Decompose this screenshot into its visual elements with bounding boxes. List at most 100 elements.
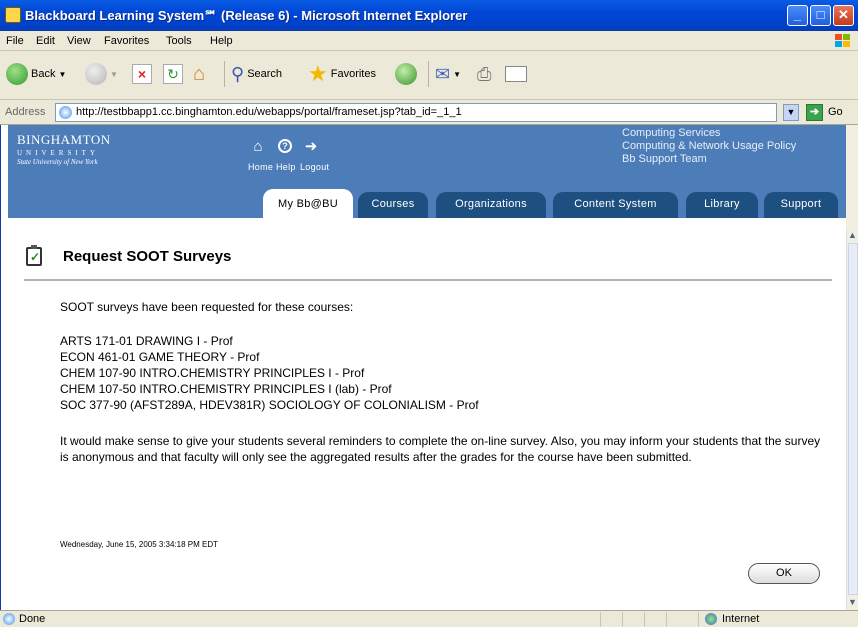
usage-policy-link[interactable]: Computing & Network Usage Policy: [622, 140, 796, 152]
forward-arrow-icon: [85, 63, 107, 85]
logout-icon[interactable]: ➜: [302, 137, 320, 155]
address-bar: Address http://testbbapp1.cc.binghamton.…: [0, 100, 858, 125]
list-item: ARTS 171-01 DRAWING I - Prof: [60, 334, 233, 348]
computing-services-link[interactable]: Computing Services: [622, 127, 720, 139]
status-panel: [666, 612, 667, 627]
edit-page-icon: [505, 66, 527, 82]
back-arrow-icon: [6, 63, 28, 85]
menu-tools[interactable]: Tools: [166, 35, 192, 47]
toolbar-separator: [224, 61, 225, 87]
mail-icon: ✉: [435, 63, 451, 84]
scroll-up-icon[interactable]: ▲: [847, 229, 858, 242]
search-icon: ⚲: [231, 63, 245, 84]
reminder-paragraph: It would make sense to give your student…: [60, 434, 821, 464]
logout-link[interactable]: Logout: [300, 162, 329, 172]
mail-button[interactable]: ✉ ▼: [435, 59, 461, 89]
status-text: Done: [19, 613, 46, 625]
checkmark-icon: ✓: [30, 250, 41, 264]
tab-library[interactable]: Library: [686, 192, 758, 218]
home-toolbar-button[interactable]: ⌂: [193, 59, 205, 89]
back-label: Back: [31, 68, 56, 80]
address-input[interactable]: http://testbbapp1.cc.binghamton.edu/weba…: [55, 103, 777, 122]
go-button[interactable]: Go: [828, 106, 843, 118]
menu-favorites[interactable]: Favorites: [104, 35, 149, 47]
list-item: SOC 377-90 (AFST289A, HDEV381R) SOCIOLOG…: [60, 398, 479, 412]
help-icon[interactable]: ?: [276, 137, 294, 155]
favorites-star-icon: ★: [308, 61, 328, 86]
window-left-border: [0, 125, 8, 610]
tab-courses[interactable]: Courses: [358, 192, 428, 218]
window-title: Blackboard Learning System℠ (Release 6) …: [25, 8, 468, 23]
main-content: ✓ Request SOOT Surveys SOOT surveys have…: [8, 229, 846, 610]
print-button[interactable]: ⎙: [477, 59, 491, 89]
forward-dropdown-icon: ▼: [110, 69, 118, 79]
search-label: Search: [247, 68, 283, 80]
page-title: Request SOOT Surveys: [63, 248, 232, 265]
close-button[interactable]: ✕: [833, 5, 854, 26]
address-label: Address: [5, 106, 46, 118]
home-link[interactable]: Home: [248, 162, 273, 172]
menu-view[interactable]: View: [67, 35, 91, 47]
menu-edit[interactable]: Edit: [36, 35, 55, 47]
history-button[interactable]: [395, 59, 417, 89]
maximize-button[interactable]: □: [810, 5, 831, 26]
stop-icon: ×: [132, 64, 152, 84]
status-panel: [698, 612, 699, 627]
course-list: ARTS 171-01 DRAWING I - Prof ECON 461-01…: [60, 333, 479, 413]
window-title-bar[interactable]: Blackboard Learning System℠ (Release 6) …: [0, 0, 858, 31]
status-panel: [644, 612, 645, 627]
clipboard-check-icon: ✓: [26, 245, 42, 266]
home-icon[interactable]: ⌂: [249, 137, 267, 155]
back-dropdown-icon: ▼: [58, 69, 67, 79]
intro-text: SOOT surveys have been requested for the…: [60, 300, 354, 314]
minimize-button[interactable]: _: [787, 5, 808, 26]
back-button[interactable]: Back ▼: [6, 59, 66, 89]
tab-support[interactable]: Support: [764, 192, 838, 218]
stop-button[interactable]: ×: [132, 59, 152, 89]
ok-button[interactable]: OK: [748, 563, 820, 584]
tab-organizations[interactable]: Organizations: [436, 192, 546, 218]
scroll-down-icon[interactable]: ▼: [847, 596, 858, 609]
logo-line-2: UNIVERSITY: [17, 149, 99, 157]
menu-bar: File Edit View Favorites Tools Help: [0, 31, 858, 51]
address-url: http://testbbapp1.cc.binghamton.edu/weba…: [76, 106, 462, 118]
print-icon: ⎙: [477, 63, 492, 84]
toolbar-separator: [428, 61, 429, 87]
vertical-scrollbar[interactable]: ▲ ▼: [846, 229, 858, 610]
list-item: CHEM 107-90 INTRO.CHEMISTRY PRINCIPLES I…: [60, 366, 365, 380]
scroll-thumb[interactable]: [848, 243, 858, 595]
list-item: ECON 461-01 GAME THEORY - Prof: [60, 350, 260, 364]
page-done-icon: [3, 613, 15, 625]
security-zone-text: Internet: [722, 613, 760, 625]
bb-support-team-link[interactable]: Bb Support Team: [622, 153, 707, 165]
tab-content-system[interactable]: Content System: [553, 192, 678, 218]
history-icon: [395, 63, 417, 85]
edit-page-button[interactable]: [505, 59, 527, 89]
go-arrow-icon[interactable]: ➔: [806, 104, 823, 121]
logo-line-3: State University of New York: [17, 158, 98, 166]
search-toolbar-button[interactable]: ⚲ Search: [231, 59, 282, 89]
favorites-toolbar-button[interactable]: ★ Favorites: [308, 59, 376, 89]
tab-my-bbbu[interactable]: My Bb@BU: [263, 189, 353, 218]
help-link[interactable]: Help: [276, 162, 296, 172]
home-toolbar-icon: ⌂: [193, 62, 206, 85]
bb-header: BINGHAMTON UNIVERSITY State University o…: [8, 125, 846, 229]
toolbar: Back ▼ ▼ × ↻ ⌂ ⚲ Search ★ Favorites ✉ ▼ …: [0, 51, 858, 100]
forward-button[interactable]: ▼: [85, 59, 118, 89]
menu-file[interactable]: File: [6, 35, 24, 47]
address-dropdown-button[interactable]: ▼: [783, 104, 799, 121]
refresh-button[interactable]: ↻: [163, 59, 183, 89]
title-divider: [24, 279, 832, 281]
windows-logo-icon: [835, 34, 850, 47]
binghamton-logo[interactable]: BINGHAMTON UNIVERSITY State University o…: [17, 132, 111, 166]
favorites-label: Favorites: [330, 68, 376, 80]
page-icon: [59, 106, 72, 119]
status-panel: [622, 612, 623, 627]
timestamp: Wednesday, June 15, 2005 3:34:18 PM EDT: [60, 540, 219, 549]
menu-help[interactable]: Help: [210, 35, 233, 47]
status-panel: [600, 612, 601, 627]
status-bar: Done Internet: [0, 610, 858, 627]
window-right-border: [846, 125, 858, 229]
tab-underline: [8, 218, 846, 229]
refresh-icon: ↻: [163, 64, 183, 84]
